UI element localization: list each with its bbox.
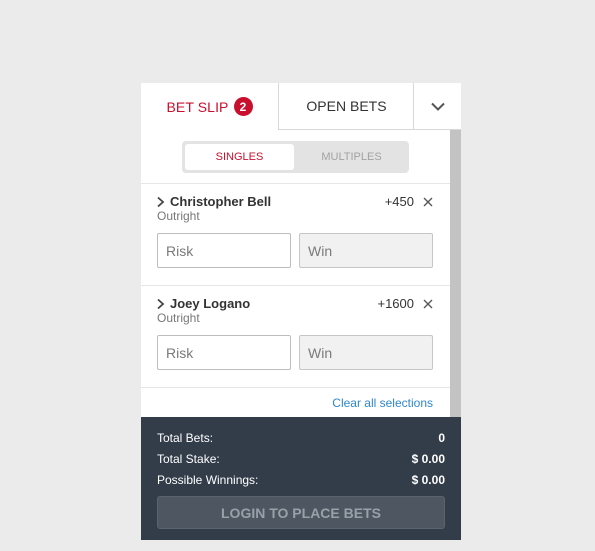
bet-odds: +450	[384, 194, 414, 209]
login-to-place-bets-button[interactable]: LOGIN TO PLACE BETS	[157, 496, 445, 529]
bet-summary-footer: Total Bets: 0 Total Stake: $ 0.00 Possib…	[141, 417, 461, 540]
bet-odds: +1600	[377, 296, 414, 311]
risk-input[interactable]	[157, 233, 291, 268]
clear-row: Clear all selections	[141, 387, 450, 417]
close-icon[interactable]	[423, 299, 433, 309]
total-stake-label: Total Stake:	[157, 452, 220, 466]
close-icon[interactable]	[423, 197, 433, 207]
possible-winnings-label: Possible Winnings:	[157, 473, 259, 487]
bet-slip-panel: BET SLIP 2 OPEN BETS SINGLES MULTIPLES C…	[141, 83, 461, 540]
risk-input[interactable]	[157, 335, 291, 370]
bet-item: Christopher Bell Outright +450	[141, 183, 450, 285]
bet-selection-name: Christopher Bell	[170, 194, 272, 209]
possible-winnings-value: $ 0.00	[411, 473, 445, 487]
mode-multiples-button[interactable]: MULTIPLES	[297, 144, 406, 170]
tab-open-bets[interactable]: OPEN BETS	[278, 83, 414, 130]
bet-item: Joey Logano Outright +1600	[141, 285, 450, 387]
collapse-toggle-button[interactable]	[413, 83, 461, 130]
tab-bet-slip-label: BET SLIP	[166, 98, 229, 115]
bet-slip-tabs: BET SLIP 2 OPEN BETS	[141, 83, 461, 130]
bet-count-badge: 2	[233, 97, 253, 116]
bet-slip-body: SINGLES MULTIPLES Christopher Bell Outri…	[141, 130, 461, 417]
bet-selection-name: Joey Logano	[170, 296, 251, 311]
total-stake-row: Total Stake: $ 0.00	[157, 452, 445, 466]
mode-singles-button[interactable]: SINGLES	[185, 144, 294, 170]
chevron-right-icon[interactable]	[156, 196, 166, 208]
total-bets-row: Total Bets: 0	[157, 431, 445, 445]
total-bets-value: 0	[438, 431, 445, 445]
win-input[interactable]	[299, 233, 433, 268]
bet-market: Outright	[157, 209, 200, 223]
tab-bet-slip[interactable]: BET SLIP 2	[141, 83, 278, 130]
chevron-right-icon[interactable]	[156, 298, 166, 310]
total-stake-value: $ 0.00	[411, 452, 445, 466]
win-input[interactable]	[299, 335, 433, 370]
scrollbar[interactable]	[450, 130, 461, 417]
bet-mode-switch: SINGLES MULTIPLES	[182, 141, 409, 173]
possible-winnings-row: Possible Winnings: $ 0.00	[157, 473, 445, 487]
total-bets-label: Total Bets:	[157, 431, 214, 445]
chevron-down-icon	[430, 102, 445, 111]
clear-all-selections-link[interactable]: Clear all selections	[332, 396, 433, 410]
bet-market: Outright	[157, 311, 200, 325]
